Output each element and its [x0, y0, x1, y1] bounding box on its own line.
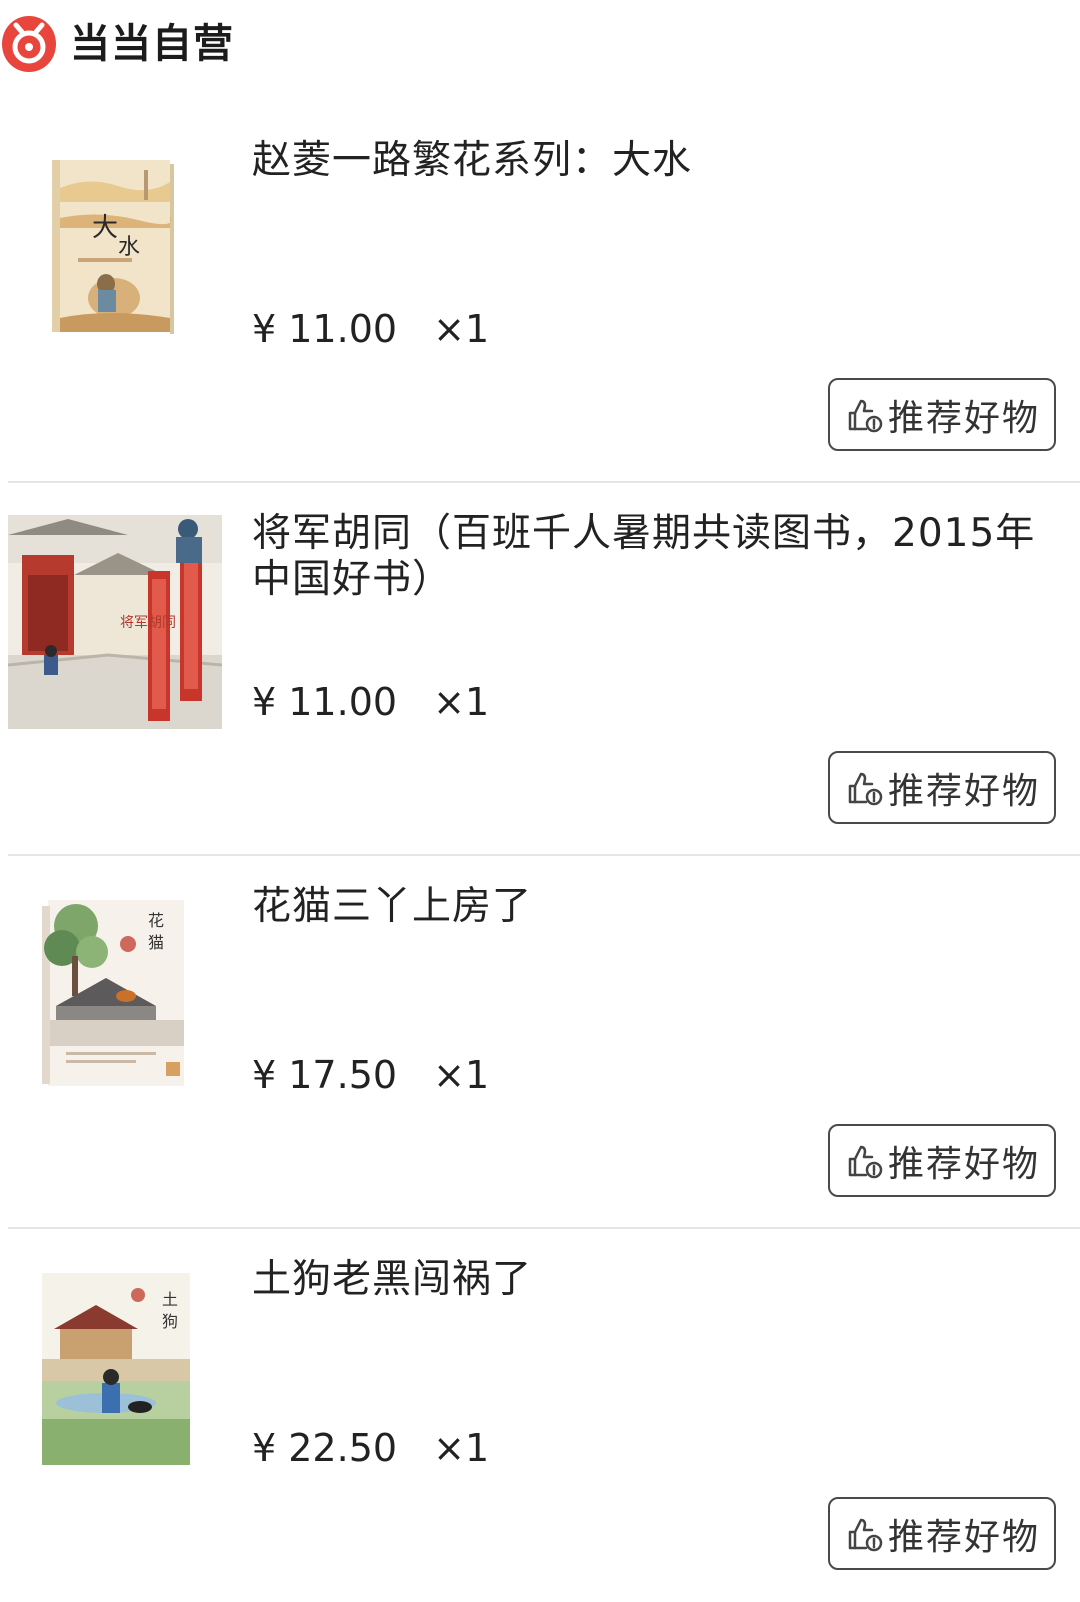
- order-item-list: 大 水 赵菱一路繁花系列：大水 ¥ 11.00 ×1 推荐好物 将军胡同 将军胡…: [0, 110, 1080, 1602]
- recommend-button[interactable]: 推荐好物: [828, 1497, 1056, 1570]
- item-price: ¥ 22.50: [252, 1426, 398, 1470]
- svg-text:土: 土: [162, 1290, 178, 1309]
- svg-text:猫: 猫: [148, 933, 164, 952]
- recommend-button[interactable]: 推荐好物: [828, 751, 1056, 824]
- svg-text:花: 花: [148, 911, 164, 930]
- book-cover-image[interactable]: 大 水: [48, 158, 176, 336]
- recommend-label: 推荐好物: [887, 397, 1040, 439]
- order-item[interactable]: 土 狗 土狗老黑闯祸了 ¥ 22.50 ×1 推荐好物: [0, 1229, 1080, 1602]
- svg-text:将军胡同: 将军胡同: [120, 615, 176, 631]
- item-price: ¥ 17.50: [252, 1053, 398, 1097]
- recommend-label: 推荐好物: [887, 1516, 1040, 1558]
- thumbs-up-icon: [848, 399, 883, 432]
- book-cover-image[interactable]: 土 狗: [36, 1269, 194, 1469]
- order-item[interactable]: 大 水 赵菱一路繁花系列：大水 ¥ 11.00 ×1 推荐好物: [0, 110, 1080, 483]
- item-price-row: ¥ 17.50 ×1: [252, 1052, 489, 1098]
- book-cover-image[interactable]: 花 猫: [36, 896, 188, 1088]
- recommend-button[interactable]: 推荐好物: [828, 378, 1056, 451]
- order-item[interactable]: 将军胡同 将军胡同（百班千人暑期共读图书，2015年中国好书） ¥ 11.00 …: [0, 483, 1080, 856]
- item-price-row: ¥ 22.50 ×1: [252, 1425, 489, 1471]
- svg-text:水: 水: [118, 235, 140, 260]
- item-title[interactable]: 土狗老黑闯祸了: [252, 1257, 1062, 1303]
- store-header: 当当自营: [0, 0, 1080, 100]
- item-price: ¥ 11.00: [252, 680, 398, 724]
- thumbs-up-icon: [848, 1145, 883, 1178]
- svg-text:大: 大: [92, 213, 118, 243]
- thumbs-up-icon: [848, 1518, 883, 1551]
- item-price-row: ¥ 11.00 ×1: [252, 306, 489, 352]
- dangdang-logo-icon: [0, 12, 58, 76]
- recommend-button[interactable]: 推荐好物: [828, 1124, 1056, 1197]
- store-name: 当当自营: [70, 21, 234, 67]
- item-price: ¥ 11.00: [252, 307, 398, 351]
- item-quantity: ×1: [433, 1426, 490, 1470]
- svg-text:狗: 狗: [162, 1312, 178, 1331]
- item-quantity: ×1: [433, 1053, 490, 1097]
- item-quantity: ×1: [433, 680, 490, 724]
- recommend-label: 推荐好物: [887, 770, 1040, 812]
- recommend-label: 推荐好物: [887, 1143, 1040, 1185]
- item-title[interactable]: 花猫三丫上房了: [252, 884, 1062, 930]
- book-cover-image[interactable]: 将军胡同: [8, 515, 222, 729]
- item-price-row: ¥ 11.00 ×1: [252, 679, 489, 725]
- item-title[interactable]: 将军胡同（百班千人暑期共读图书，2015年中国好书）: [252, 511, 1062, 603]
- item-quantity: ×1: [433, 307, 490, 351]
- order-item[interactable]: 花 猫 花猫三丫上房了 ¥ 17.50 ×1 推荐好物: [0, 856, 1080, 1229]
- thumbs-up-icon: [848, 772, 883, 805]
- item-title[interactable]: 赵菱一路繁花系列：大水: [252, 138, 1062, 184]
